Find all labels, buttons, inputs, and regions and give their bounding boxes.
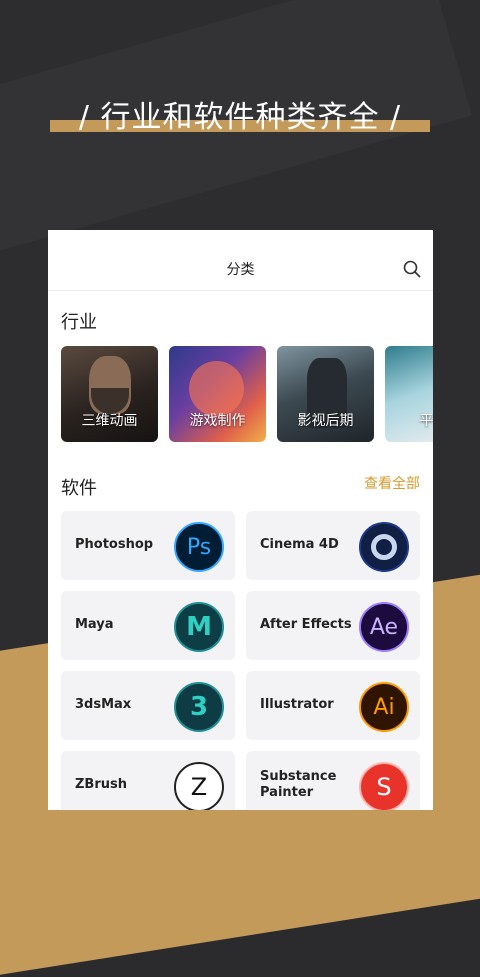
game-art-image (189, 361, 244, 416)
phone-screen: 分类 行业 三维动画 游戏制作 影视后期 平面 软件 查看全部 Photosho… (48, 230, 433, 810)
3dsmax-icon: 3 (174, 682, 224, 732)
software-card-photoshop[interactable]: Photoshop Ps (61, 511, 235, 580)
after-effects-icon: Ae (359, 602, 409, 652)
cinema-4d-icon (359, 522, 409, 572)
software-name: ZBrush (75, 777, 127, 792)
industry-card-label: 影视后期 (297, 413, 354, 429)
photoshop-icon: Ps (174, 522, 224, 572)
search-icon[interactable] (403, 260, 421, 278)
see-all-link[interactable]: 查看全部 (364, 473, 420, 493)
industry-card-film-post[interactable]: 影视后期 (277, 346, 374, 442)
software-name: Cinema 4D (260, 537, 339, 552)
zbrush-icon: Z (174, 762, 224, 810)
software-name: After Effects (260, 617, 352, 632)
industry-card-label: 三维动画 (81, 413, 138, 429)
software-name: Substance Painter (260, 769, 337, 800)
industry-card-label: 平面 (419, 413, 434, 429)
illustrator-icon: Ai (359, 682, 409, 732)
substance-painter-icon: S (359, 762, 409, 810)
headline: / 行业和软件种类齐全 / (78, 100, 402, 135)
nav-bar: 分类 (48, 230, 433, 291)
software-name: 3dsMax (75, 697, 132, 712)
industry-card-label: 游戏制作 (189, 413, 246, 429)
software-card-illustrator[interactable]: Illustrator Ai (246, 671, 420, 740)
industry-carousel[interactable]: 三维动画 游戏制作 影视后期 平面 (61, 346, 433, 446)
software-card-3dsmax[interactable]: 3dsMax 3 (61, 671, 235, 740)
maya-icon: M (174, 602, 224, 652)
software-name: Maya (75, 617, 114, 632)
software-name: Photoshop (75, 537, 154, 552)
industry-card-game-production[interactable]: 游戏制作 (169, 346, 266, 442)
software-card-maya[interactable]: Maya M (61, 591, 235, 660)
software-card-cinema-4d[interactable]: Cinema 4D (246, 511, 420, 580)
industry-section-title: 行业 (61, 312, 97, 333)
industry-card-graphic[interactable]: 平面 (385, 346, 433, 442)
software-card-zbrush[interactable]: ZBrush Z (61, 751, 235, 810)
software-name: Illustrator (260, 697, 334, 712)
industry-card-3d-animation[interactable]: 三维动画 (61, 346, 158, 442)
software-card-after-effects[interactable]: After Effects Ae (246, 591, 420, 660)
software-section-title: 软件 (61, 478, 97, 499)
page-title: 分类 (226, 262, 255, 278)
software-card-substance-painter[interactable]: Substance Painter S (246, 751, 420, 810)
